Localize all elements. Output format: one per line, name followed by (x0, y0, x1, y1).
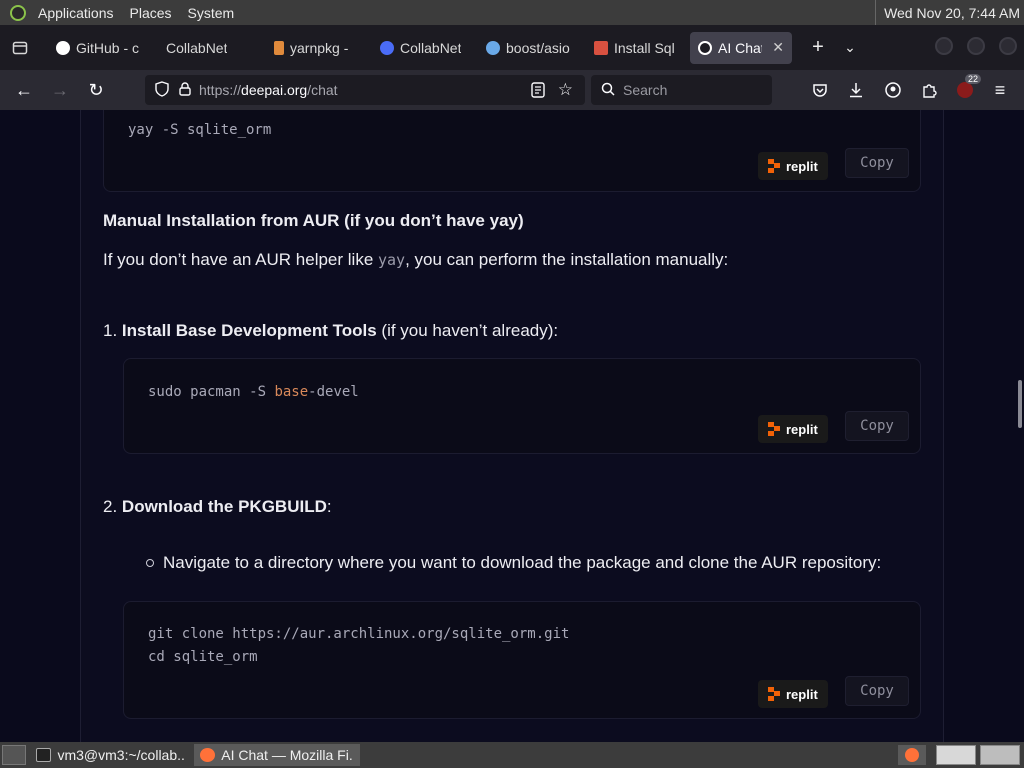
places-menu[interactable]: Places (122, 0, 180, 25)
tab-yarnpkg[interactable]: yarnpkg - (266, 32, 372, 64)
tab-collabnet-1[interactable]: CollabNet (158, 32, 266, 64)
workspace-2[interactable] (980, 745, 1020, 765)
search-icon (601, 82, 615, 99)
reload-icon: ↻ (88, 79, 104, 100)
collabnet-icon (380, 40, 394, 55)
boost-icon (486, 40, 500, 55)
pocket-icon (813, 83, 827, 97)
terminal-icon (36, 748, 52, 762)
system-menu[interactable]: System (180, 0, 243, 25)
code-line: yay -S sqlite_orm (128, 122, 272, 138)
download-icon (850, 83, 862, 98)
copy-button[interactable]: Copy (845, 411, 909, 441)
yarn-icon (274, 40, 284, 55)
code-line: sudo pacman -S base-devel (148, 384, 359, 400)
taskbar-item-terminal[interactable]: vm3@vm3:~/collab... (30, 744, 190, 766)
tab-ai-chat[interactable]: AI Chat ✕ (690, 31, 792, 64)
clock[interactable]: Wed Nov 20, 7:44 AM (875, 0, 1020, 25)
puzzle-icon (923, 84, 937, 98)
section-heading: Manual Installation from AUR (if you don… (103, 211, 524, 230)
replit-button[interactable]: replit (758, 680, 828, 708)
tab-boost-asio[interactable]: boost/asio (478, 32, 586, 64)
gmail-icon (594, 40, 608, 55)
firefox-view-icon (12, 41, 28, 54)
deepai-icon (698, 40, 712, 55)
scrollbar-thumb[interactable] (1018, 380, 1022, 428)
account-button[interactable] (882, 79, 904, 101)
extensions-button[interactable] (918, 79, 940, 101)
taskbar-item-firefox[interactable]: AI Chat — Mozilla Fi... (194, 744, 360, 766)
replit-button[interactable]: replit (758, 152, 828, 180)
downloads-button[interactable] (845, 79, 867, 101)
tab-collabnet-2[interactable]: CollabNet (372, 32, 478, 64)
address-bar[interactable]: https://deepai.org/chat ☆ (145, 75, 585, 105)
shield-icon[interactable] (155, 80, 169, 100)
chevron-down-icon: ⌄ (844, 39, 856, 55)
distro-logo-icon[interactable] (10, 4, 26, 21)
close-window-button[interactable] (999, 37, 1017, 55)
close-tab-icon[interactable]: ✕ (772, 39, 784, 56)
copy-button[interactable]: Copy (845, 676, 909, 706)
applications-menu[interactable]: Applications (30, 0, 122, 25)
replit-logo-icon (768, 422, 780, 436)
code-line: cd sqlite_orm (148, 649, 258, 665)
forward-button[interactable]: → (42, 74, 78, 106)
browser-tab-bar: GitHub - c CollabNet yarnpkg - CollabNet… (0, 25, 1024, 70)
maximize-button[interactable] (967, 37, 985, 55)
navigation-toolbar: ← → ↻ https://deepai.org/chat ☆ Search 2… (0, 70, 1024, 110)
tab-github[interactable]: GitHub - c (48, 32, 158, 64)
back-button[interactable]: ← (6, 74, 42, 106)
firefox-icon (200, 748, 216, 762)
replit-logo-icon (768, 159, 780, 173)
paragraph: If you don’t have an AUR helper like yay… (103, 250, 729, 269)
tab-install-sql[interactable]: Install Sql (586, 32, 690, 64)
step-1-item: 1. Install Base Development Tools (if yo… (103, 321, 559, 340)
account-icon (885, 82, 901, 98)
replit-logo-icon (768, 687, 780, 701)
bullet-item: Navigate to a directory where you want t… (163, 553, 882, 572)
github-icon (56, 40, 70, 55)
firefox-view-button[interactable] (0, 25, 40, 70)
pocket-button[interactable] (809, 79, 831, 101)
plus-icon: + (812, 36, 824, 58)
bottom-taskbar: vm3@vm3:~/collab... AI Chat — Mozilla Fi… (0, 742, 1024, 768)
list-all-tabs-button[interactable]: ⌄ (834, 32, 866, 64)
page-content: yay -S sqlite_orm replit Copy Manual Ins… (0, 110, 1024, 742)
url-text[interactable]: https://deepai.org/chat (199, 82, 338, 98)
system-top-panel: Applications Places System Wed Nov 20, 7… (0, 0, 1024, 25)
new-tab-button[interactable]: + (802, 32, 834, 64)
minimize-button[interactable] (935, 37, 953, 55)
bullet-icon (146, 559, 154, 567)
arrow-left-icon: ← (15, 79, 33, 100)
replit-button[interactable]: replit (758, 415, 828, 443)
show-desktop-button[interactable] (2, 745, 26, 765)
hamburger-menu-icon: ≡ (994, 79, 1006, 100)
ublock-extension-button[interactable]: 22 (954, 74, 982, 101)
ublock-icon (957, 82, 973, 98)
extension-badge: 22 (965, 74, 982, 84)
code-line: git clone https://aur.archlinux.org/sqli… (148, 626, 570, 642)
menu-button[interactable]: ≡ (989, 79, 1011, 101)
tray-firefox-icon[interactable] (898, 745, 926, 765)
reload-button[interactable]: ↻ (78, 74, 114, 106)
lock-icon[interactable] (179, 81, 191, 99)
search-bar[interactable]: Search (591, 75, 772, 105)
reader-view-icon[interactable] (531, 82, 545, 101)
copy-button[interactable]: Copy (845, 148, 909, 178)
step-2-item: 2. Download the PKGBUILD: (103, 497, 332, 516)
arrow-right-icon: → (51, 79, 69, 100)
workspace-1[interactable] (936, 745, 976, 765)
bookmark-star-icon[interactable]: ☆ (558, 80, 573, 100)
search-placeholder: Search (623, 82, 668, 98)
